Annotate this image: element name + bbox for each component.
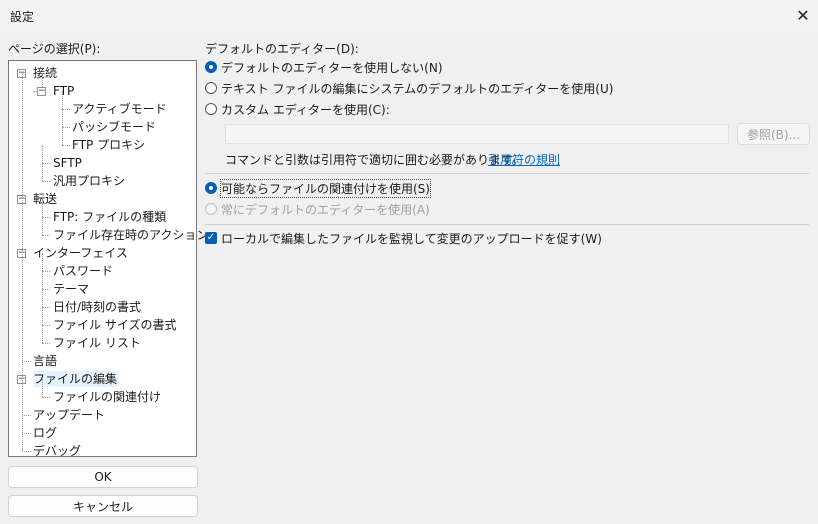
separator-1 [205,173,809,174]
tree-connector [22,361,31,362]
tree-item[interactable]: 汎用プロキシ [53,173,127,189]
tree-item[interactable]: テーマ [53,281,91,297]
cancel-button[interactable]: キャンセル [8,495,198,517]
tree-item[interactable]: アクティブモード [72,101,169,117]
tree-connector [42,253,43,271]
tree-item[interactable]: デバッグ [33,443,83,459]
tree-connector [42,145,43,163]
ok-button[interactable]: OK [8,466,198,488]
page-tree[interactable]: − 接続 − FTP アクティブモード パッシブモード FTP プロキシ SFTP 汎用プロキシ… [8,60,208,459]
tree-connector [62,127,63,145]
tree-connector [62,127,70,128]
tree-connector [42,217,50,218]
tree-item[interactable]: パッシブモード [72,119,158,135]
tree-connector [42,271,50,272]
tree-connector [42,379,43,397]
tree-item[interactable]: SFTP [53,155,84,171]
tree-collapse-icon[interactable]: − [37,87,46,96]
tree-item[interactable]: ファイル リスト [53,335,143,351]
tree-connector [42,163,50,164]
tree-connector [42,397,50,398]
watch-checkbox[interactable]: ✓ [205,232,217,244]
window-title: 設定 [10,10,35,24]
tree-connector [42,217,43,235]
tree-item[interactable]: アップデート [33,407,107,423]
tree-connector [42,181,50,182]
title-bar [0,0,818,32]
tree-item[interactable]: FTP: ファイルの種類 [53,209,168,225]
tree-item[interactable]: ログ [33,425,59,441]
radio-no-default-editor[interactable] [205,61,217,73]
tree-item[interactable]: ファイル サイズの書式 [53,317,178,333]
watch-files-label[interactable]: ローカルで編集したファイルを監視して変更のアップロードを促す(W) [221,230,602,247]
quote-note: コマンドと引数は引用符で適切に囲む必要があります。 [225,153,524,167]
option-no-default-editor-label[interactable]: デフォルトのエディターを使用しない(N) [221,59,443,76]
custom-editor-input[interactable] [225,124,729,144]
tree-connector [42,289,43,307]
tree-item[interactable]: ファイルの編集 [33,371,120,387]
option-use-associations-label[interactable]: 可能ならファイルの関連付けを使用(S) [220,179,431,198]
tree-connector [42,289,50,290]
tree-connector [22,73,23,451]
option-always-default-label[interactable]: 常にデフォルトのエディターを使用(A) [221,201,430,218]
tree-connector [22,415,31,416]
tree-item[interactable]: 転送 [33,191,59,207]
tree-connector [42,163,43,181]
close-icon[interactable]: ✕ [793,4,813,26]
quote-rules-link[interactable]: 引用符の規則 [488,151,560,168]
tree-item[interactable]: FTP [53,83,76,99]
tree-connector [62,91,63,109]
radio-use-associations[interactable] [205,182,217,194]
tree-item[interactable]: パスワード [53,263,115,279]
default-editor-label: デフォルトのエディター(D): [205,42,359,56]
option-custom-editor-label[interactable]: カスタム エディターを使用(C): [221,101,390,118]
tree-connector [22,451,31,452]
tree-connector [42,307,43,325]
browse-button[interactable]: 参照(B)... [737,123,810,145]
option-system-editor-label[interactable]: テキスト ファイルの編集にシステムのデフォルトのエディターを使用(U) [221,80,613,97]
tree-item[interactable]: 日付/時刻の書式 [53,299,143,315]
page-select-label: ページの選択(P): [8,42,101,56]
tree-connector [42,235,50,236]
tree-item[interactable]: FTP プロキシ [72,137,147,153]
tree-connector [62,109,70,110]
tree-connector [42,325,43,343]
tree-item[interactable]: 言語 [33,353,59,369]
tree-connector [22,433,31,434]
tree-item[interactable]: 接続 [33,65,59,81]
tree-connector [42,325,50,326]
tree-connector [42,271,43,289]
tree-connector [62,145,70,146]
radio-always-default[interactable] [205,203,217,215]
tree-connector [42,199,43,217]
tree-item[interactable]: ファイル存在時のアクション [53,227,210,243]
tree-item[interactable]: インターフェイス [33,245,130,261]
tree-connector [42,307,50,308]
separator-2 [205,224,809,225]
tree-item[interactable]: ファイルの関連付け [53,389,163,405]
tree-connector [42,343,50,344]
radio-system-editor[interactable] [205,82,217,94]
tree-connector [62,109,63,127]
radio-custom-editor[interactable] [205,103,217,115]
